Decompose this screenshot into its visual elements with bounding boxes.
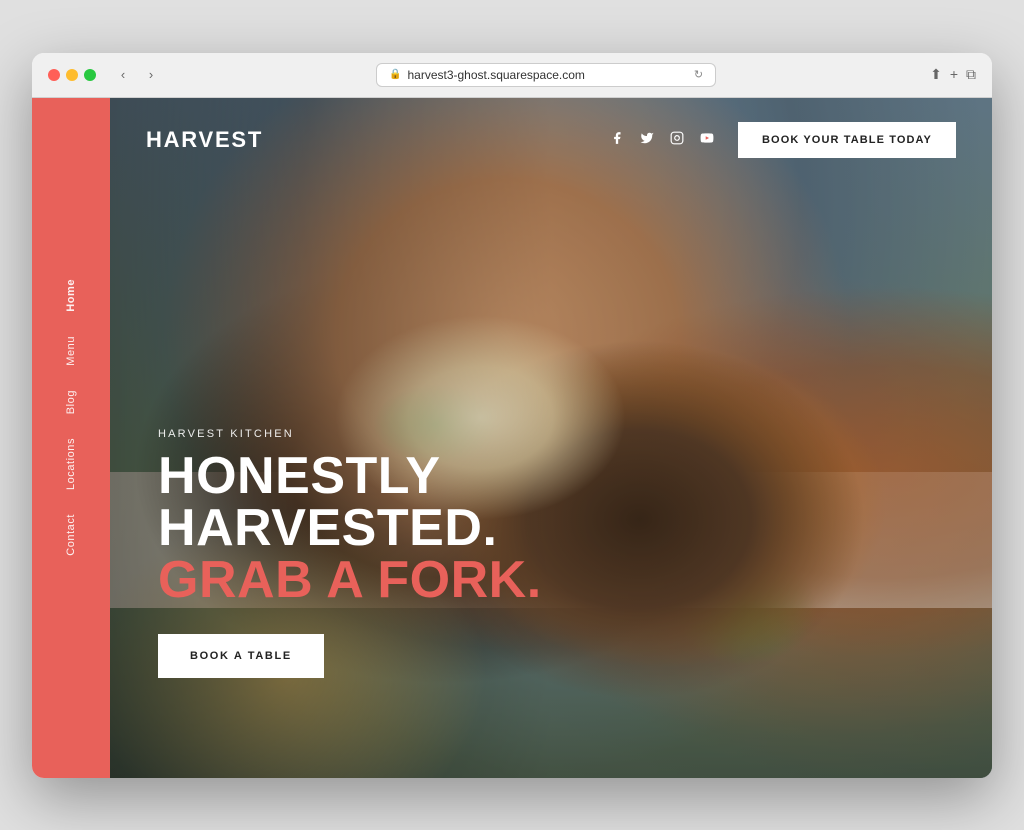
website-content: Home Menu Blog Locations Contact HARVEST	[32, 98, 992, 778]
add-tab-icon[interactable]: +	[950, 66, 958, 83]
address-bar[interactable]: 🔒 harvest3-ghost.squarespace.com ↻	[376, 63, 716, 87]
refresh-icon[interactable]: ↻	[694, 68, 703, 81]
lock-icon: 🔒	[389, 69, 401, 80]
sidebar-item-menu[interactable]: Menu	[65, 324, 77, 378]
back-button[interactable]: ‹	[112, 64, 134, 86]
share-icon[interactable]: ⬆	[930, 66, 942, 83]
forward-button[interactable]: ›	[140, 64, 162, 86]
sidebar-item-blog[interactable]: Blog	[65, 378, 77, 426]
twitter-icon[interactable]	[640, 131, 654, 148]
sidebar-item-home[interactable]: Home	[65, 267, 77, 324]
browser-right-controls: ⬆ + ⧉	[930, 66, 976, 93]
hero-title-line3: GRAB A FORK.	[158, 554, 542, 606]
minimize-button[interactable]	[66, 69, 78, 81]
browser-window: ‹ › 🔒 harvest3-ghost.squarespace.com ↻ ⬆…	[32, 53, 992, 778]
youtube-icon[interactable]	[700, 131, 714, 148]
traffic-lights	[48, 69, 96, 81]
sidebar: Home Menu Blog Locations Contact	[32, 98, 110, 778]
hero-title-line1: HONESTLY	[158, 450, 542, 502]
book-table-button[interactable]: BOOK YOUR TABLE TODAY	[738, 122, 956, 158]
site-header: HARVEST	[110, 98, 992, 182]
url-text: harvest3-ghost.squarespace.com	[407, 68, 584, 82]
hero-subtitle: HARVEST KITCHEN	[158, 428, 542, 440]
hero-text: HARVEST KITCHEN HONESTLY HARVESTED. GRAB…	[158, 428, 542, 678]
close-button[interactable]	[48, 69, 60, 81]
site-logo: HARVEST	[146, 127, 263, 153]
instagram-icon[interactable]	[670, 131, 684, 148]
book-a-table-button[interactable]: BOOK A TABLE	[158, 634, 324, 678]
hero-title-line2: HARVESTED.	[158, 502, 542, 554]
windows-icon[interactable]: ⧉	[966, 66, 976, 83]
address-bar-container: 🔒 harvest3-ghost.squarespace.com ↻	[162, 63, 930, 97]
sidebar-item-locations[interactable]: Locations	[65, 426, 77, 502]
browser-chrome: ‹ › 🔒 harvest3-ghost.squarespace.com ↻ ⬆…	[32, 53, 992, 98]
browser-titlebar: ‹ ›	[48, 64, 162, 86]
browser-nav-controls: ‹ ›	[112, 64, 162, 86]
sidebar-nav: Home Menu Blog Locations Contact	[65, 98, 77, 778]
main-content: HARVEST	[110, 98, 992, 778]
sidebar-item-contact[interactable]: Contact	[65, 502, 77, 568]
facebook-icon[interactable]	[610, 131, 624, 148]
maximize-button[interactable]	[84, 69, 96, 81]
header-right: BOOK YOUR TABLE TODAY	[610, 122, 956, 158]
social-icons	[610, 131, 714, 148]
